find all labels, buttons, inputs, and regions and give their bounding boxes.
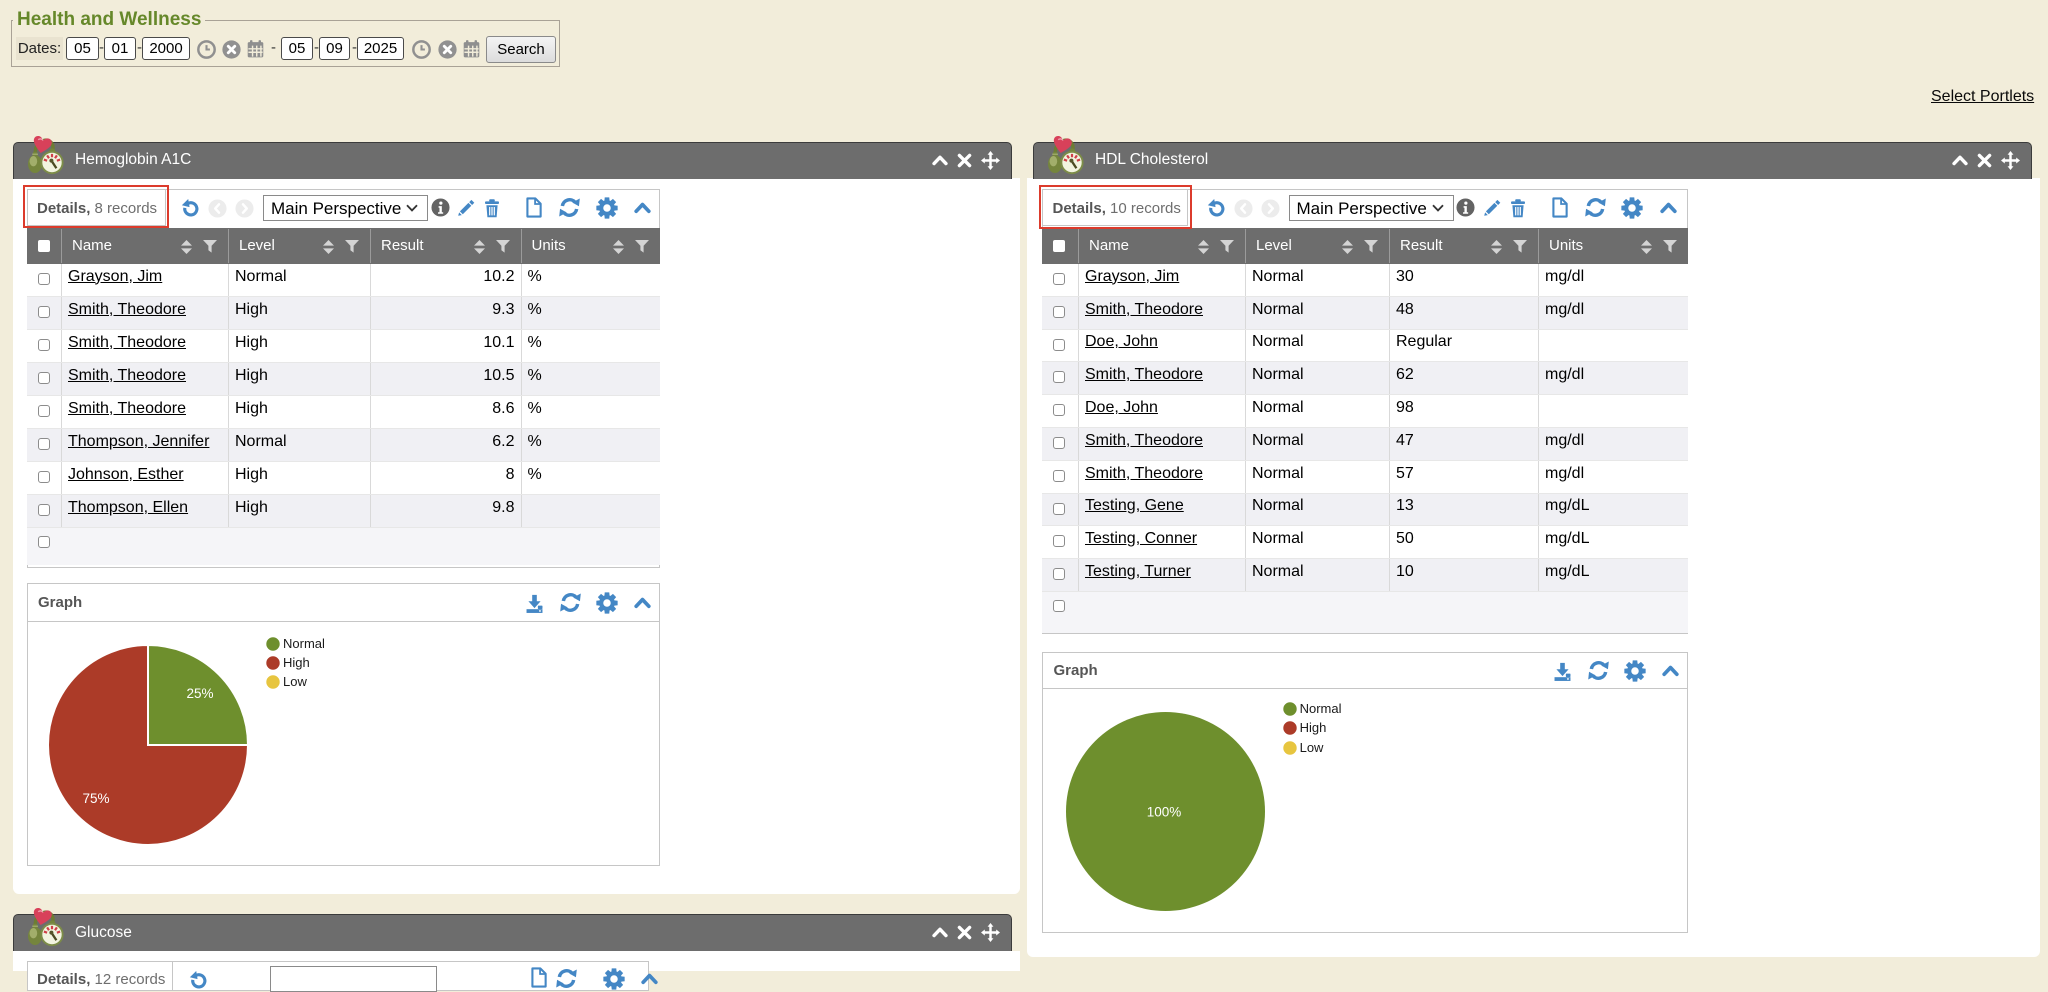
svg-text:75%: 75% [82,791,109,806]
svg-text:100%: 100% [1147,804,1182,819]
svg-text:25%: 25% [186,686,213,701]
